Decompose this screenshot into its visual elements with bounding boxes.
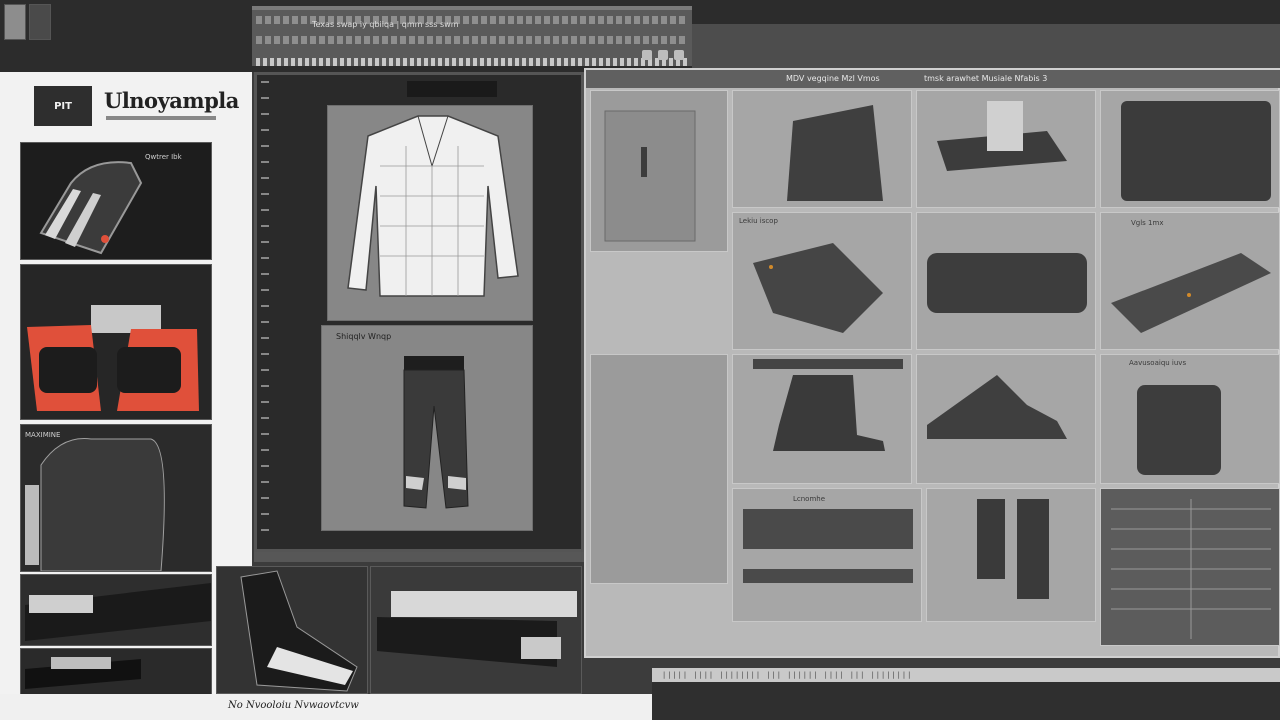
pants-board[interactable]: Shiqqlv Wnqp [321,325,533,531]
tool-row-2[interactable] [256,36,688,44]
pants-caption: Shiqqlv Wnqp [336,332,392,341]
cell-label: Lekiu iscop [739,217,778,225]
product-card-glove[interactable] [216,566,368,694]
app-window: Texas swap iy qbiiqa | qmm sss swm PIT U… [0,0,1280,720]
catalog-cell[interactable] [1100,90,1280,208]
catalog-cell[interactable]: Lekiu iscop [732,212,912,350]
product-card-strap[interactable] [20,648,212,696]
catalog-header: MDV vegqine Mzl Vmos tmsk arawhet Musial… [586,70,1280,88]
pants-illustration [403,356,469,509]
spec-sheet-thumb [1111,499,1271,639]
settings-icon[interactable] [658,50,668,60]
caption-bar: No Nvooloiu Nvwaovtcvw [0,694,652,720]
toolbar-icons [642,50,684,60]
toolbar-ticker: Texas swap iy qbiiqa | qmm sss swm [312,20,459,29]
jacket-board[interactable] [327,105,533,321]
brand-title: Ulnoyampla [104,88,239,113]
thumbnail-strip [4,4,51,40]
logo: PIT [34,86,92,126]
glove-thumb [753,243,883,333]
backpack-illustration [39,161,143,255]
panel-tab[interactable] [407,81,497,97]
thumbnail-1[interactable] [4,4,26,40]
design-board-panel: Shiqqlv Wnqp [254,72,584,552]
legging-thumb [977,499,1049,599]
catalog-cell[interactable] [1100,488,1280,646]
cell-label: Lcnomhe [793,495,826,503]
reference-sheet: PIT Ulnoyampla Qwtrer Ibk MAXIMINE [0,72,252,720]
status-text: ||||| |||| |||||||| ||| |||||| |||| ||| … [662,671,913,679]
catalog-cell[interactable] [916,212,1096,350]
catalog-cell[interactable] [732,90,912,208]
grid-icon[interactable] [642,50,652,60]
card-caption: Qwtrer Ibk [145,153,182,161]
close-icon[interactable] [674,50,684,60]
sleeve-illustration [377,591,577,667]
pack-thumb [937,101,1067,171]
header-band [692,24,1280,68]
glove-illustration [240,570,358,692]
vest-thumb [1121,101,1271,201]
catalog-cell[interactable] [590,354,728,584]
product-card-vest[interactable]: MAXIMINE [20,424,212,572]
product-card-shin[interactable] [20,574,212,646]
catalog-cell[interactable]: Aavusoaiqu iuvs [1100,354,1280,484]
thumbnail-2[interactable] [29,4,51,40]
status-bar: ||||| |||| |||||||| ||| |||||| |||| ||| … [652,668,1280,682]
highlight-dot [769,265,773,269]
panel-footer [254,552,584,562]
shin-illustration [25,583,211,641]
harness-thumb [787,105,883,201]
tool-row-3[interactable] [256,58,688,66]
catalog-cell[interactable]: Vgls 1mx [1100,212,1280,350]
catalog-cell[interactable] [916,354,1096,484]
vertical-ruler[interactable] [261,81,269,541]
bag-illustration [27,305,199,411]
catalog-header-right: tmsk arawhet Musiale Nfabis 3 [924,74,1048,83]
catalog-grid: MDV vegqine Mzl Vmos tmsk arawhet Musial… [584,68,1280,658]
catalog-cell[interactable] [926,488,1096,622]
vest-illustration [25,438,165,571]
strap-illustration [25,657,141,689]
boot-thumb [753,359,903,451]
bag-thumb [927,253,1087,313]
brand-underline [106,116,216,120]
jacket-illustration [347,115,519,297]
product-card-sleeve[interactable] [370,566,582,694]
product-card-backpack[interactable]: Qwtrer Ibk [20,142,212,260]
bottom-panel [652,682,1280,720]
case-thumb [1137,385,1221,475]
catalog-header-left: MDV vegqine Mzl Vmos [786,74,880,83]
catalog-cell[interactable] [916,90,1096,208]
highlight-dot [1187,293,1191,297]
shoe-thumb [927,375,1067,439]
catalog-cell[interactable]: Lcnomhe [732,488,922,622]
catalog-cell[interactable] [732,354,912,484]
cell-label: Aavusoaiqu iuvs [1129,359,1187,367]
card-caption: MAXIMINE [25,431,61,439]
cell-label: Vgls 1mx [1131,219,1164,227]
tool-strip: Texas swap iy qbiiqa | qmm sss swm [252,6,692,66]
bottom-caption: No Nvooloiu Nvwaovtcvw [228,700,359,711]
panel-thumb [743,509,913,583]
jacket-thumb [604,110,696,242]
catalog-cell[interactable] [590,90,728,252]
product-card-bag[interactable] [20,264,212,420]
sling-thumb [1111,253,1271,333]
